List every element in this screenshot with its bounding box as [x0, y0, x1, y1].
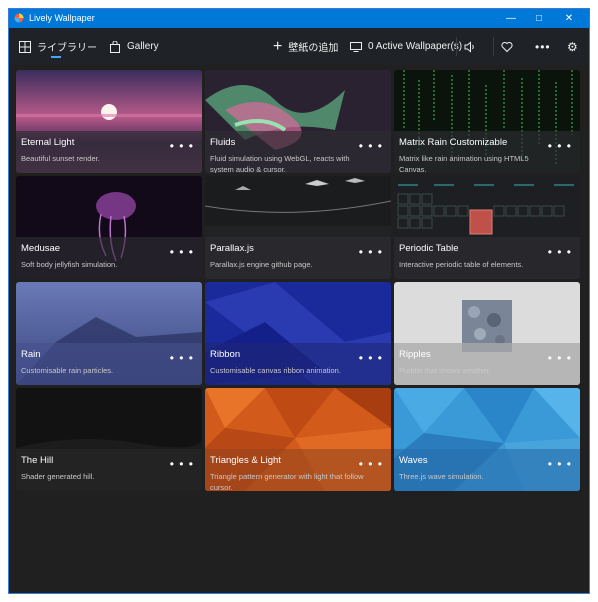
card-more-button[interactable]: • • • [170, 457, 194, 471]
gear-icon: ⚙ [567, 39, 578, 54]
card-more-button[interactable]: • • • [170, 351, 194, 365]
card-description: Matrix like rain animation using HTML5 C… [399, 154, 529, 173]
ellipsis-icon: ••• [535, 39, 551, 54]
card-title: The Hill [21, 455, 54, 466]
card-title: Ripples [399, 349, 431, 360]
card-more-button[interactable]: • • • [359, 457, 383, 471]
favorite-button[interactable] [501, 28, 513, 65]
card-title: Ribbon [210, 349, 241, 360]
card-title: Rain [21, 349, 41, 360]
add-wallpaper-button[interactable]: + 壁紙の追加 [273, 28, 338, 65]
active-tab-indicator [51, 56, 61, 58]
card-description: Puddle that shows weather. [399, 366, 491, 375]
wallpaper-card-the-hill[interactable]: The Hill Shader generated hill. • • • [16, 388, 202, 491]
tab-library-label: ライブラリー [37, 43, 97, 54]
shopping-bag-icon [110, 40, 120, 53]
plus-icon: + [273, 37, 283, 55]
wallpaper-card-parallax[interactable]: Parallax.js Parallax.js engine github pag… [205, 176, 391, 279]
card-title: Fluids [210, 137, 236, 148]
card-more-button[interactable]: • • • [359, 139, 383, 153]
active-wallpapers-label: 0 Active Wallpaper(s) [368, 41, 463, 52]
more-options-button[interactable]: ••• [535, 28, 551, 65]
card-description: Interactive periodic table of elements. [399, 260, 524, 269]
wallpaper-card-ripples[interactable]: Ripples Puddle that shows weather. • • • [394, 282, 580, 385]
close-button[interactable]: ✕ [555, 9, 583, 28]
card-description: Customisable canvas ribbon animation. [210, 366, 341, 375]
minimize-button[interactable]: — [497, 9, 525, 28]
wallpaper-card-waves[interactable]: Waves Three.js wave simulation. • • • [394, 388, 580, 491]
heart-icon [501, 41, 513, 52]
card-more-button[interactable]: • • • [548, 139, 572, 153]
nav-divider [493, 37, 494, 56]
wallpaper-card-medusae[interactable]: Medusae Soft body jellyfish simulation. •… [16, 176, 202, 279]
settings-button[interactable]: ⚙ [567, 28, 578, 65]
card-more-button[interactable]: • • • [548, 245, 572, 259]
card-title: Parallax.js [210, 243, 254, 254]
title-bar: Lively Wallpaper — □ ✕ [9, 9, 589, 28]
card-more-button[interactable]: • • • [548, 351, 572, 365]
top-nav: ライブラリー Gallery + 壁紙の追加 0 Active Wallpape… [9, 28, 589, 65]
tab-gallery[interactable]: Gallery [109, 28, 159, 65]
wallpaper-card-rain[interactable]: Rain Customisable rain particles. • • • [16, 282, 202, 385]
wallpaper-grid: Eternal Light Beautiful sunset render. • … [16, 70, 580, 491]
card-title: Medusae [21, 243, 61, 254]
card-description: Customisable rain particles. [21, 366, 114, 375]
add-wallpaper-label: 壁紙の追加 [288, 43, 339, 54]
card-description: Parallax.js engine github page. [210, 260, 313, 269]
tab-gallery-label: Gallery [127, 41, 159, 52]
card-description: Beautiful sunset render. [21, 154, 100, 163]
wallpaper-card-triangles-light[interactable]: Triangles & Light Triangle pattern genera… [205, 388, 391, 491]
wallpaper-card-ribbon[interactable]: Ribbon Customisable canvas ribbon animati… [205, 282, 391, 385]
card-more-button[interactable]: • • • [359, 351, 383, 365]
wallpaper-card-fluids[interactable]: Fluids Fluid simulation using WebGL, reac… [205, 70, 391, 173]
maximize-button[interactable]: □ [525, 9, 553, 28]
card-description: Shader generated hill. [21, 472, 95, 481]
speaker-icon [464, 40, 474, 53]
grid-icon [19, 40, 31, 53]
tab-library[interactable]: ライブラリー [19, 28, 97, 65]
volume-button[interactable] [464, 28, 476, 65]
card-title: Matrix Rain Customizable [399, 137, 508, 148]
lively-logo-icon [14, 13, 24, 23]
card-description: Soft body jellyfish simulation. [21, 260, 118, 269]
wallpaper-card-matrix-rain[interactable]: Matrix Rain Customizable Matrix like rain… [394, 70, 580, 173]
card-description: Fluid simulation using WebGL, reacts wit… [210, 154, 350, 173]
card-title: Eternal Light [21, 137, 75, 148]
wallpaper-card-periodic-table[interactable]: Periodic Table Interactive periodic table… [394, 176, 580, 279]
card-title: Periodic Table [399, 243, 459, 254]
active-wallpapers-button[interactable]: 0 Active Wallpaper(s) [350, 28, 462, 65]
card-more-button[interactable]: • • • [170, 139, 194, 153]
card-more-button[interactable]: • • • [548, 457, 572, 471]
card-title: Triangles & Light [210, 455, 281, 466]
card-more-button[interactable]: • • • [359, 245, 383, 259]
card-more-button[interactable]: • • • [170, 245, 194, 259]
card-title: Waves [399, 455, 428, 466]
nav-divider [456, 37, 457, 56]
card-description: Three.js wave simulation. [399, 472, 484, 481]
monitor-icon [350, 41, 362, 52]
app-window: Lively Wallpaper — □ ✕ ライブラリー Gallery + … [8, 8, 590, 594]
window-title: Lively Wallpaper [29, 13, 95, 23]
card-description: Triangle pattern generator with light th… [210, 472, 364, 491]
wallpaper-card-eternal-light[interactable]: Eternal Light Beautiful sunset render. • … [16, 70, 202, 173]
